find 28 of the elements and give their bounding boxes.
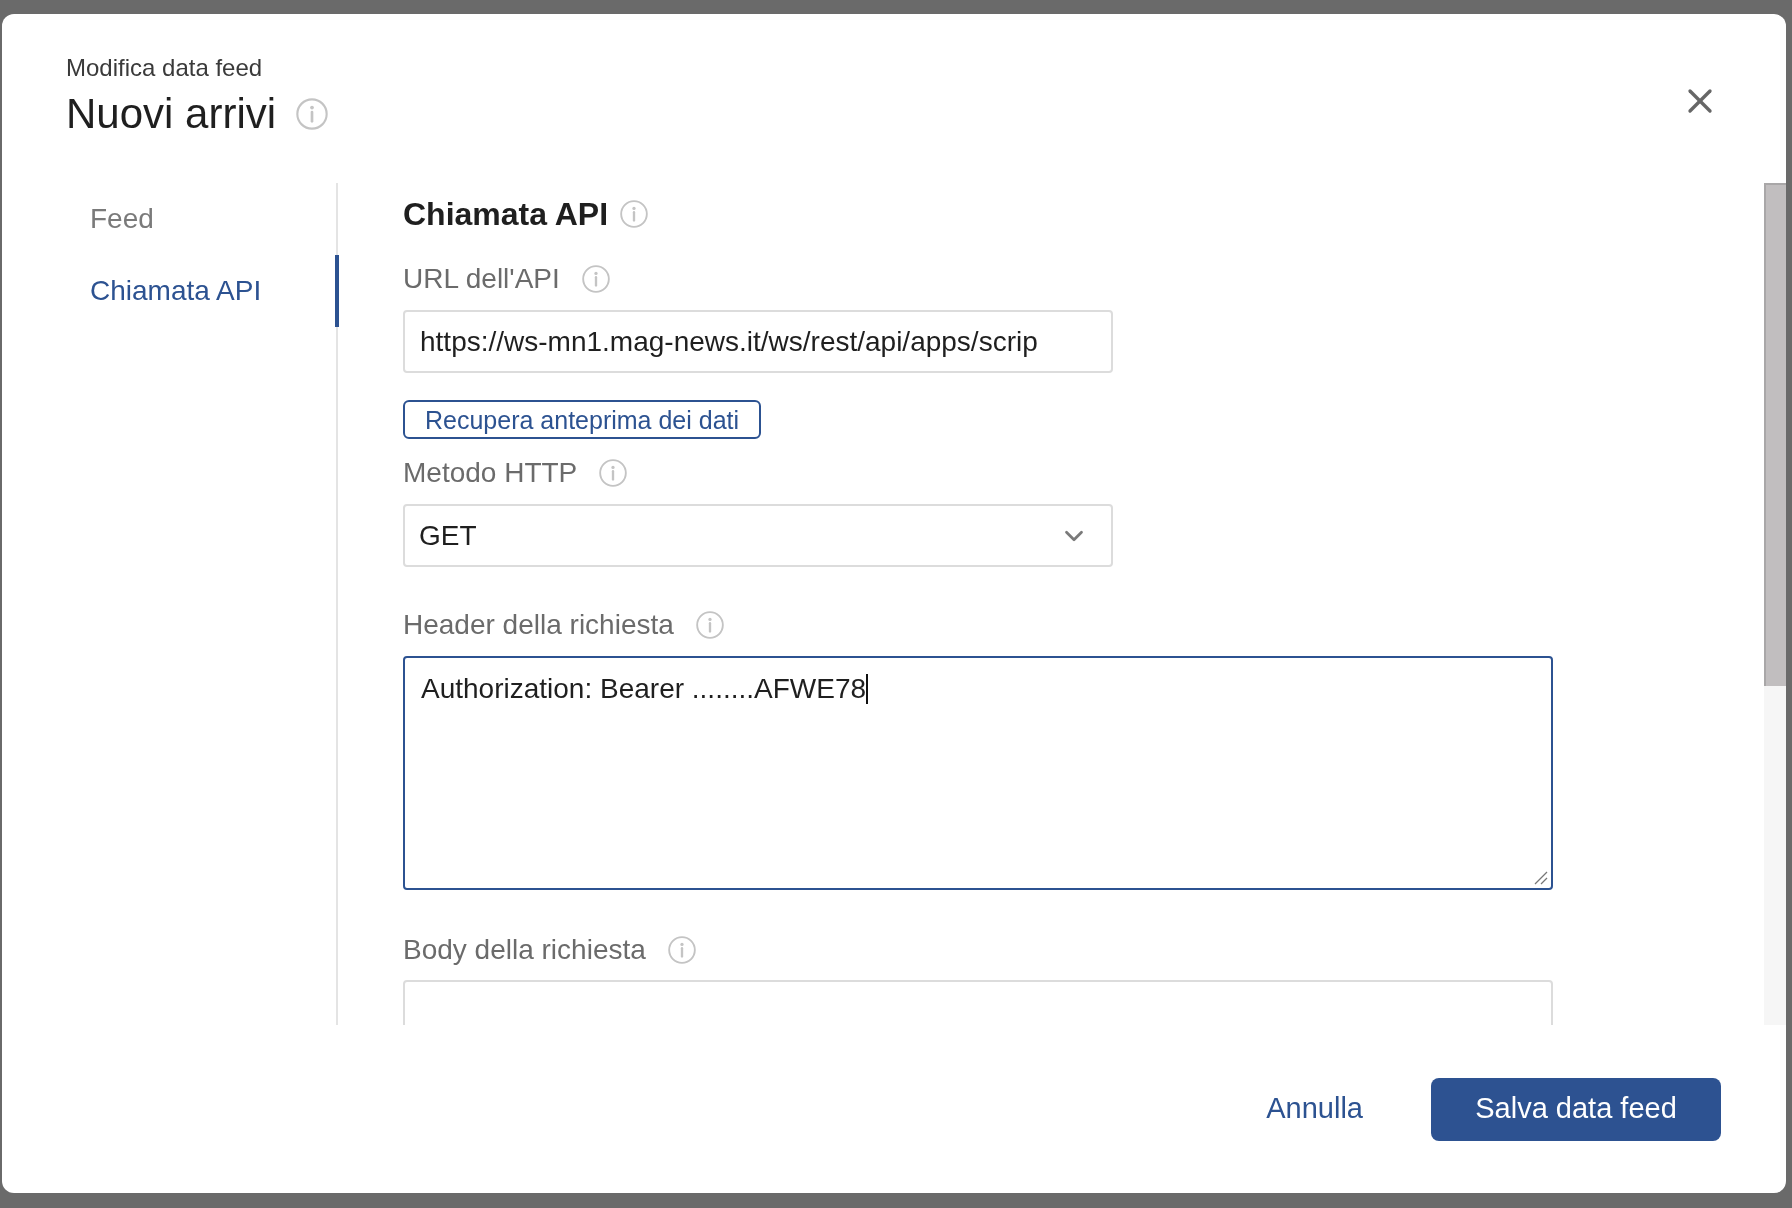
url-input[interactable]: https://ws-mn1.mag-news.it/ws/rest/api/apps/scrip [403, 310, 1113, 373]
textarea-value: Authorization: Bearer ........AFWE78 [421, 672, 867, 706]
field-label: URL dell'API [403, 263, 560, 295]
dialog-title: Nuovi arrivi [66, 90, 277, 138]
info-icon[interactable] [296, 98, 329, 130]
field-label: Body della richiesta [403, 934, 646, 966]
dialog-subtitle: Modifica data feed [66, 54, 264, 82]
url-value: https://ws-mn1.mag-news.it/ws/rest/api/apps/scrip [420, 324, 1038, 359]
info-icon[interactable] [620, 200, 649, 228]
preview-data-button[interactable]: Recupera anteprima dei dati [403, 400, 762, 439]
scrollbar-track[interactable] [1764, 183, 1786, 1025]
http-method-select[interactable]: GET [403, 504, 1113, 567]
info-icon[interactable] [695, 611, 724, 639]
section-heading: Chiamata API [403, 196, 609, 232]
resize-handle-icon[interactable] [1534, 871, 1548, 885]
save-feed-button[interactable]: Salva data feed [1431, 1077, 1721, 1141]
info-icon[interactable] [599, 459, 628, 487]
select-value: GET [419, 518, 477, 553]
cancel-link[interactable]: Annulla [1266, 1087, 1363, 1131]
header-textarea[interactable]: Authorization: Bearer ........AFWE78 [403, 656, 1553, 890]
scrollbar-thumb[interactable] [1764, 183, 1786, 686]
nav-tab[interactable]: Chiamata API [2, 255, 339, 327]
text-cursor-icon [866, 674, 869, 704]
field-label: Header della richiesta [403, 609, 674, 641]
field-label: Metodo HTTP [403, 457, 578, 489]
info-icon[interactable] [667, 936, 696, 964]
nav-tab[interactable]: Feed [2, 183, 339, 255]
info-icon[interactable] [581, 265, 610, 293]
